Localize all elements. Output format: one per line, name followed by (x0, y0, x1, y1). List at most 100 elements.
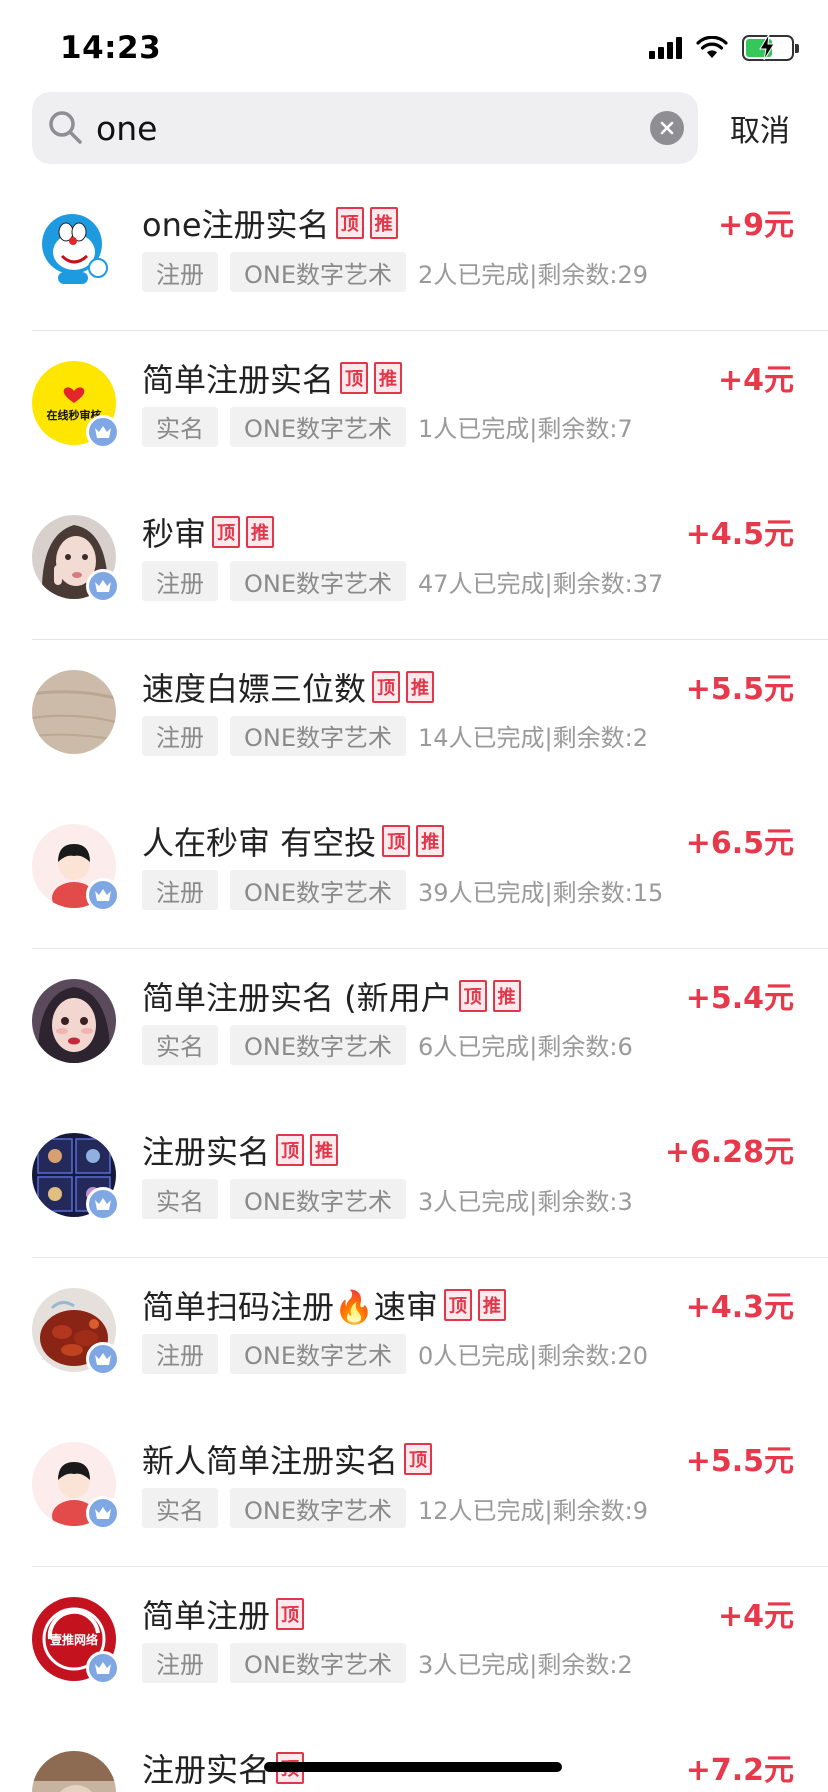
task-stats: 3人已完成|剩余数:2 (418, 1651, 633, 1679)
avatar (32, 1751, 116, 1792)
pinned-tag: 顶 (276, 1597, 305, 1630)
project-chip: ONE数字艺术 (230, 1642, 407, 1683)
task-stats: 2人已完成|剩余数:29 (418, 260, 648, 289)
task-meta: 注册 ONE数字艺术 3人已完成|剩余数:2 (142, 1642, 633, 1683)
task-meta: 注册 ONE数字艺术 14人已完成|剩余数:2 (142, 715, 648, 756)
avatar-wrap (32, 669, 116, 754)
task-title-text: 人在秒审 有空投 (142, 824, 377, 862)
task-list-item[interactable]: 秒审顶推 +4.5元 注册 ONE数字艺术 47人已完成|剩余数:37 (0, 485, 828, 640)
task-reward: +5.5元 (685, 1444, 794, 1479)
pinned-tag: 顶 (335, 207, 364, 239)
search-row: 取消 (32, 92, 796, 164)
status-bar: 14:23 (0, 0, 828, 88)
avatar-wrap (32, 1133, 120, 1221)
search-icon (49, 111, 82, 144)
cancel-button[interactable]: 取消 (730, 106, 790, 150)
cellular-signal-icon (649, 37, 682, 59)
category-chip: 注册 (142, 715, 218, 756)
category-chip: 注册 (142, 252, 218, 292)
recommended-tag: 推 (246, 516, 275, 548)
crown-badge-icon (86, 1496, 120, 1530)
project-chip: ONE数字艺术 (230, 1024, 407, 1065)
avatar-wrap (32, 1287, 120, 1376)
task-list-item[interactable]: 简单扫码注册🔥速审顶推 +4.3元 注册 ONE数字艺术 0人已完成|剩余数:2… (0, 1258, 828, 1413)
search-input[interactable] (96, 98, 650, 158)
task-title-text: 简单注册实名 (新用户 (142, 978, 453, 1017)
task-list-item[interactable]: 注册实名顶推 +6.28元 实名 ONE数字艺术 3人已完成|剩余数:3 (0, 1103, 828, 1258)
task-reward: +6.5元 (685, 826, 794, 861)
task-list: one注册实名顶推 +9元 注册 ONE数字艺术 2人已完成|剩余数:29 在线… (0, 176, 828, 1792)
task-meta: 实名 ONE数字艺术 12人已完成|剩余数:9 (142, 1488, 648, 1528)
task-reward: +4.5元 (685, 517, 794, 552)
category-chip: 实名 (142, 1488, 218, 1528)
task-list-item[interactable]: 注册实名顶 +7.2元 (0, 1721, 828, 1792)
task-stats: 12人已完成|剩余数:9 (418, 1496, 648, 1525)
task-list-item[interactable]: 速度白嫖三位数顶推 +5.5元 注册 ONE数字艺术 14人已完成|剩余数:2 (0, 640, 828, 795)
task-title: 速度白嫖三位数顶推 (142, 664, 435, 710)
task-list-item[interactable]: 壹推网络 简单注册顶 +4元 注册 ONE数字艺术 3人已完成|剩余数:2 (0, 1567, 828, 1722)
task-reward: +4元 (717, 362, 794, 398)
recommended-tag: 推 (416, 825, 445, 857)
wifi-icon (696, 36, 728, 58)
task-list-item[interactable]: 新人简单注册实名顶 +5.5元 实名 ONE数字艺术 12人已完成|剩余数:9 (0, 1412, 828, 1567)
task-title-text: 速度白嫖三位数 (142, 669, 367, 708)
task-meta: 实名 ONE数字艺术 6人已完成|剩余数:6 (142, 1024, 633, 1065)
category-chip: 注册 (142, 1642, 218, 1683)
task-title: 简单注册实名顶推 (142, 355, 403, 401)
task-list-item[interactable]: one注册实名顶推 +9元 注册 ONE数字艺术 2人已完成|剩余数:29 (0, 176, 828, 331)
category-chip: 注册 (142, 561, 218, 601)
task-stats: 47人已完成|剩余数:37 (418, 569, 664, 598)
task-list-item[interactable]: 简单注册实名 (新用户顶推 +5.4元 实名 ONE数字艺术 6人已完成|剩余数… (0, 949, 828, 1104)
task-list-item[interactable]: 在线秒审核 简单注册实名顶推 +4元 实名 ONE数字艺术 1人已完成|剩余数:… (0, 331, 828, 486)
task-meta: 注册 ONE数字艺术 47人已完成|剩余数:37 (142, 561, 663, 601)
category-chip: 注册 (142, 1333, 218, 1374)
task-reward: +4元 (717, 1598, 794, 1634)
task-title: 人在秒审 有空投顶推 (142, 818, 445, 864)
avatar-wrap: 壹推网络 (32, 1596, 120, 1685)
category-chip: 实名 (142, 406, 218, 447)
pinned-tag: 顶 (443, 1288, 472, 1321)
crown-badge-icon (86, 1187, 120, 1221)
avatar-wrap (32, 978, 116, 1063)
task-meta: 注册 ONE数字艺术 0人已完成|剩余数:20 (142, 1333, 648, 1374)
recommended-tag: 推 (492, 979, 521, 1012)
task-reward: +5.5元 (685, 671, 794, 707)
status-time: 14:23 (60, 30, 162, 66)
task-reward: +4.3元 (685, 1289, 794, 1325)
clear-search-icon[interactable] (650, 111, 684, 145)
task-title: 简单扫码注册🔥速审顶推 (142, 1282, 506, 1328)
search-box[interactable] (32, 92, 698, 164)
avatar-wrap (32, 515, 120, 603)
category-chip: 实名 (142, 1024, 218, 1065)
crown-badge-icon (86, 1341, 120, 1376)
task-meta: 实名 ONE数字艺术 3人已完成|剩余数:3 (142, 1179, 633, 1219)
task-title-text: 新人简单注册实名 (142, 1442, 399, 1480)
pinned-tag: 顶 (404, 1443, 433, 1475)
task-title-text: 注册实名 (142, 1133, 271, 1171)
task-meta: 注册 ONE数字艺术 39人已完成|剩余数:15 (142, 870, 663, 910)
category-chip: 实名 (142, 1179, 218, 1219)
task-stats: 39人已完成|剩余数:15 (418, 878, 664, 907)
task-title: 简单注册顶 (142, 1591, 305, 1637)
pinned-tag: 顶 (372, 670, 401, 703)
project-chip: ONE数字艺术 (230, 1333, 407, 1374)
recommended-tag: 推 (310, 1134, 339, 1166)
avatar-text: 壹推网络 (49, 1632, 98, 1647)
crown-badge-icon (86, 569, 120, 603)
home-indicator (264, 1762, 562, 1772)
recommended-tag: 推 (369, 207, 398, 239)
task-reward: +9元 (717, 208, 794, 243)
crown-badge-icon (86, 414, 120, 449)
task-title-text: 简单注册 (142, 1596, 271, 1635)
avatar (32, 978, 116, 1063)
project-chip: ONE数字艺术 (230, 715, 407, 756)
recommended-tag: 推 (374, 361, 403, 394)
task-title: 新人简单注册实名顶 (142, 1436, 433, 1482)
task-list-item[interactable]: 人在秒审 有空投顶推 +6.5元 注册 ONE数字艺术 39人已完成|剩余数:1… (0, 794, 828, 949)
task-meta: 实名 ONE数字艺术 1人已完成|剩余数:7 (142, 406, 633, 447)
pinned-tag: 顶 (276, 1134, 305, 1166)
task-stats: 14人已完成|剩余数:2 (418, 724, 648, 752)
project-chip: ONE数字艺术 (230, 1179, 407, 1219)
status-icons (649, 34, 799, 62)
avatar-wrap (32, 206, 116, 290)
